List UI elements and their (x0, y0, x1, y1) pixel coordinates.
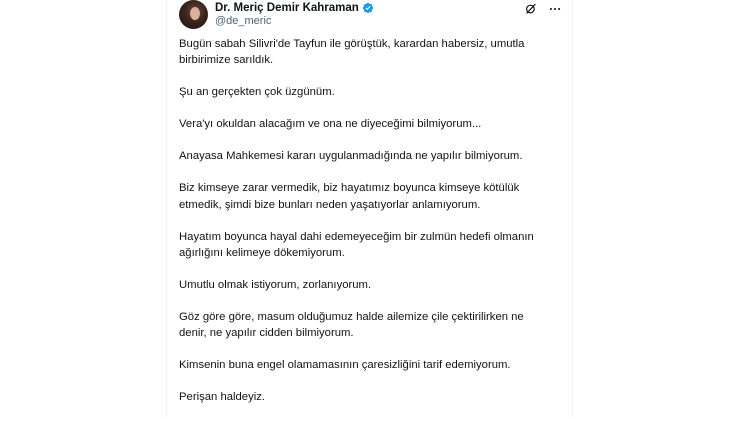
avatar-face (190, 7, 200, 20)
tweet-paragraph: Vera'yı okuldan alacağım ve ona ne diyec… (179, 118, 482, 131)
tweet-paragraph: Anayasa Mahkemesi kararı uygulanmadığınd… (179, 150, 523, 163)
tweet-text: Bugün sabah Silivri'de Tayfun ile görüşt… (179, 36, 564, 421)
grok-icon[interactable] (524, 2, 538, 16)
author-display-name[interactable]: Dr. Meriç Demir Kahraman (215, 2, 359, 14)
tweet-paragraph: Perişan haldeyiz. (179, 391, 266, 404)
tweet-paragraph: Biz kimseye zarar vermedik, biz hayatımı… (179, 182, 520, 211)
header-actions (524, 2, 562, 16)
verified-badge-icon (362, 2, 373, 14)
more-icon[interactable] (548, 2, 562, 16)
tweet-paragraph: Bugün sabah Silivri'de Tayfun ile görüşt… (179, 38, 525, 67)
tweet-paragraph: Göz göre göre, masum olduğumuz halde ail… (179, 310, 524, 340)
avatar[interactable] (179, 0, 208, 29)
author-name-row: Dr. Meriç Demir Kahraman (215, 1, 374, 15)
tweet-header: Dr. Meriç Demir Kahraman @de_meric (179, 0, 562, 30)
tweet-paragraph: Şu an gerçekten çok üzgünüm. (179, 86, 335, 99)
author-handle[interactable]: @de_meric (215, 15, 271, 27)
tweet-card: Dr. Meriç Demir Kahraman @de_meric Bugün… (166, 0, 573, 417)
tweet-paragraph: Umutlu olmak istiyorum, zorlanıyorum. (179, 278, 372, 291)
tweet-paragraph: Kimsenin buna engel olamamasının çaresiz… (179, 359, 511, 372)
tweet-paragraph: Hayatım boyunca hayal dahi edemeyeceğim … (179, 230, 534, 259)
